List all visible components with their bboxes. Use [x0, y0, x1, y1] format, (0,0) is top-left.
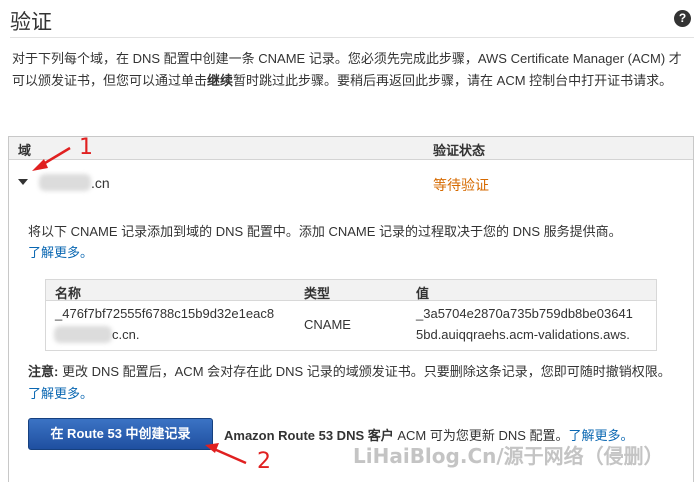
cname-instructions-text: 将以下 CNAME 记录添加到域的 DNS 配置中。添加 CNAME 记录的过程… — [28, 224, 622, 239]
domain-validation-table: 域 验证状态 .cn 等待验证 将以下 CNAME 记录添加到域的 DNS 配置… — [8, 136, 694, 482]
learn-more-link[interactable]: 了解更多。 — [28, 245, 93, 260]
column-header-name: 名称 — [55, 286, 82, 301]
cname-record-row: _476f7bf72555f6788c15b9d32e1eac8 c.cn. C… — [46, 301, 656, 350]
domain-suffix: .cn — [91, 175, 110, 191]
redacted-domain — [39, 174, 91, 191]
cname-record-header: 名称 类型 值 — [46, 280, 656, 301]
record-name-line1[interactable]: _476f7bf72555f6788c15b9d32e1eac8 — [55, 304, 274, 323]
annotation-marker-2: 2 — [257, 449, 271, 474]
expand-caret-icon[interactable] — [18, 179, 28, 185]
title-divider — [10, 37, 694, 38]
column-header-value: 值 — [416, 286, 430, 301]
intro-continue-bold: 继续 — [207, 73, 234, 88]
table-row[interactable]: .cn 等待验证 — [9, 169, 693, 193]
watermark: LiHaiBlog.Cn/源于网络（侵删） — [353, 444, 664, 468]
redacted-record-name — [54, 326, 112, 343]
intro-text: 对于下列每个域，在 DNS 配置中创建一条 CNAME 记录。您必须先完成此步骤… — [12, 48, 688, 92]
note-learn-more-link[interactable]: 了解更多。 — [28, 386, 93, 401]
dns-change-note: 注意: 更改 DNS 配置后，ACM 会对存在此 DNS 记录的域颁发证书。只要… — [28, 361, 678, 405]
intro-part2: 暂时跳过此步骤。要稍后再返回此步骤，请在 ACM 控制台中打开证书请求。 — [233, 73, 673, 88]
record-name-line2[interactable]: c.cn. — [112, 325, 139, 344]
table-header: 域 验证状态 — [9, 137, 693, 160]
cname-instructions: 将以下 CNAME 记录添加到域的 DNS 配置中。添加 CNAME 记录的过程… — [28, 221, 678, 263]
record-type[interactable]: CNAME — [304, 315, 351, 334]
annotation-marker-1: 1 — [79, 135, 93, 160]
column-header-domain: 域 — [18, 143, 32, 158]
column-header-status: 验证状态 — [433, 143, 486, 158]
note-text: 更改 DNS 配置后，ACM 会对存在此 DNS 记录的域颁发证书。只要删除这条… — [61, 364, 671, 379]
column-header-type: 类型 — [304, 286, 331, 301]
create-route53-record-button[interactable]: 在 Route 53 中创建记录 — [28, 418, 213, 450]
validation-status: 等待验证 — [433, 177, 489, 193]
record-value-line2[interactable]: 5bd.auiqqraehs.acm-validations.aws. — [416, 325, 630, 344]
note-label: 注意: — [28, 364, 59, 379]
cname-record-table: 名称 类型 值 _476f7bf72555f6788c15b9d32e1eac8… — [45, 279, 657, 351]
page-title: 验证 — [10, 10, 52, 34]
help-icon[interactable]: ? — [674, 10, 691, 27]
record-value-line1[interactable]: _3a5704e2870a735b759db8be03641 — [416, 304, 633, 323]
